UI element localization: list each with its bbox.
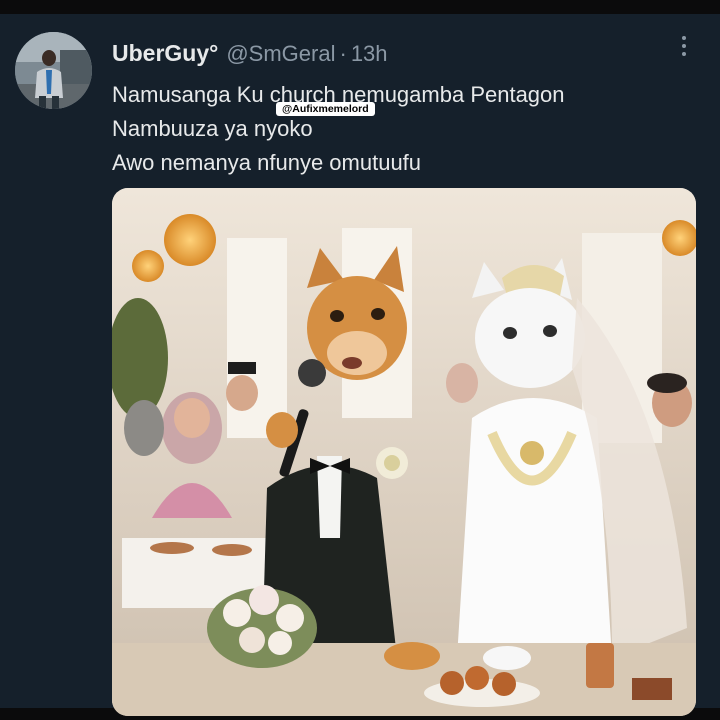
timestamp[interactable]: 13h (351, 41, 388, 67)
more-vertical-icon[interactable] (672, 32, 696, 60)
tweet-text-line: Namusanga Ku church nemugamba Pentagon (112, 82, 565, 107)
tweet-header: UberGuy° @SmGeral · 13h (112, 40, 388, 70)
avatar-image (15, 32, 92, 109)
screenshot-frame: UberGuy° @SmGeral · 13h Namusanga Ku chu… (0, 0, 720, 720)
tweet-card[interactable]: UberGuy° @SmGeral · 13h Namusanga Ku chu… (0, 14, 720, 716)
wedding-cats-illustration (112, 188, 696, 716)
watermark-label: @Aufixmemelord (276, 102, 375, 116)
separator-dot: · (339, 41, 347, 66)
tweet-text: Namusanga Ku church nemugamba Pentagon N… (112, 78, 692, 180)
user-handle[interactable]: @SmGeral (226, 41, 335, 67)
display-name[interactable]: UberGuy° (112, 40, 218, 67)
avatar[interactable] (15, 32, 92, 109)
tweet-text-line: Awo nemanya nfunye omutuufu (112, 150, 422, 175)
tweet-text-line: Nambuuza ya nyoko (112, 116, 313, 141)
tweet-media-image[interactable] (112, 188, 696, 716)
